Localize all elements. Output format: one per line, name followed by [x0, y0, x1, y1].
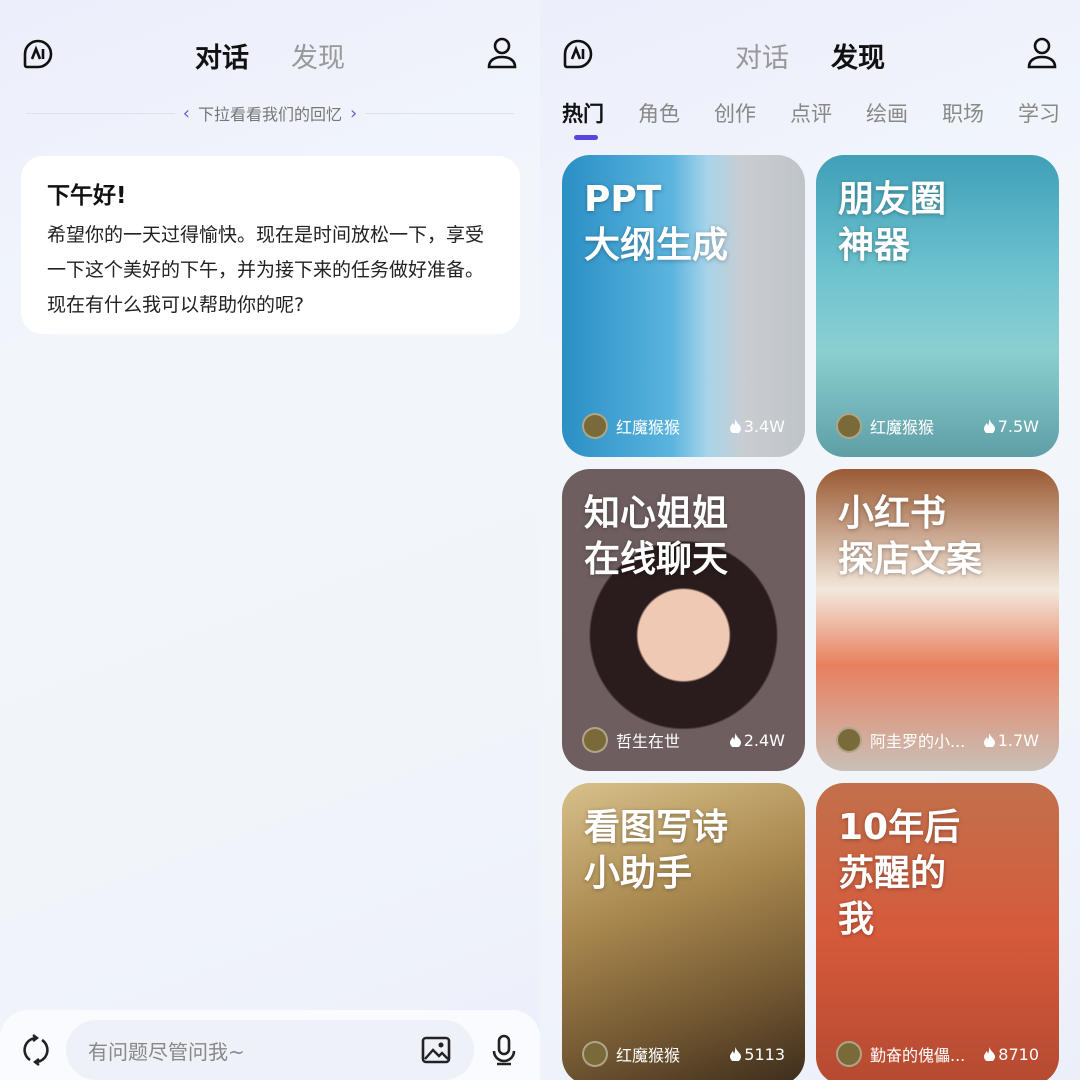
- discover-card[interactable]: 知心姐姐 在线聊天 哲生在世 2.4W: [562, 469, 805, 771]
- card-author: 勤奋的傀儡...: [870, 1046, 966, 1065]
- category-tabs: 热门 角色 创作 点评 绘画 职场 学习: [562, 98, 1060, 140]
- refresh-icon[interactable]: [20, 1034, 52, 1066]
- tab-chat[interactable]: 对话: [195, 36, 249, 75]
- heat-count: 8710: [998, 1044, 1039, 1064]
- input-bar: 有问题尽管问我~: [0, 1010, 540, 1080]
- discover-card[interactable]: 小红书 探店文案 阿圭罗的小... 1.7W: [816, 469, 1059, 771]
- card-footer: 哲生在世 2.4W: [582, 727, 785, 753]
- flame-icon: [730, 1047, 742, 1061]
- discover-panel: 对话 发现 热门 角色 创作 点评 绘画 职场 学习 PPT 大纲生成 红魔猴猴…: [540, 0, 1080, 1080]
- flame-icon: [983, 733, 995, 747]
- avatar: [836, 1041, 862, 1067]
- category-create[interactable]: 创作: [714, 98, 756, 128]
- card-heat: 3.4W: [729, 416, 785, 436]
- card-heat: 1.7W: [983, 730, 1039, 750]
- category-study[interactable]: 学习: [1018, 98, 1060, 128]
- avatar: [582, 1041, 608, 1067]
- flame-icon: [983, 419, 995, 433]
- chat-input[interactable]: 有问题尽管问我~: [66, 1020, 474, 1080]
- card-author: 红魔猴猴: [616, 418, 681, 437]
- card-title: 知心姐姐 在线聊天: [584, 493, 729, 580]
- category-hot[interactable]: 热门: [562, 98, 604, 140]
- top-tabs: 对话 发现: [0, 36, 540, 75]
- card-heat: 7.5W: [983, 416, 1039, 436]
- assistant-message: 下午好! 希望你的一天过得愉快。现在是时间放松一下，享受一下这个美好的下午，并为…: [21, 156, 520, 334]
- user-icon[interactable]: [486, 36, 518, 70]
- category-work[interactable]: 职场: [942, 98, 984, 128]
- card-footer: 勤奋的傀儡... 8710: [836, 1041, 1039, 1067]
- card-author: 阿圭罗的小...: [870, 732, 966, 751]
- category-review[interactable]: 点评: [790, 98, 832, 128]
- card-heat: 5113: [730, 1045, 785, 1064]
- card-author: 红魔猴猴: [616, 1046, 681, 1065]
- card-heat: 2.4W: [729, 730, 785, 750]
- heat-count: 3.4W: [743, 416, 785, 436]
- category-draw[interactable]: 绘画: [866, 98, 908, 128]
- card-footer: 红魔猴猴 7.5W: [836, 413, 1039, 439]
- card-footer: 红魔猴猴 3.4W: [582, 413, 785, 439]
- microphone-icon[interactable]: [488, 1033, 520, 1067]
- tab-discover[interactable]: 发现: [291, 36, 345, 75]
- avatar: [582, 413, 608, 439]
- card-title: 朋友圈 神器: [838, 179, 947, 266]
- message-text: 希望你的一天过得愉快。现在是时间放松一下，享受一下这个美好的下午，并为接下来的任…: [47, 224, 485, 316]
- card-heat: 8710: [984, 1045, 1039, 1064]
- card-title: 看图写诗 小助手: [584, 807, 729, 894]
- card-title: 10年后 苏醒的 我: [838, 807, 961, 940]
- heat-count: 7.5W: [997, 416, 1039, 436]
- card-author: 哲生在世: [616, 732, 681, 751]
- chevron-right-icon: ›: [350, 102, 358, 124]
- user-icon[interactable]: [1026, 36, 1058, 70]
- card-footer: 阿圭罗的小... 1.7W: [836, 727, 1039, 753]
- hint-text: 下拉看看我们的回忆: [198, 105, 343, 124]
- discover-card[interactable]: 10年后 苏醒的 我 勤奋的傀儡... 8710: [816, 783, 1059, 1080]
- discover-card[interactable]: 朋友圈 神器 红魔猴猴 7.5W: [816, 155, 1059, 457]
- flame-icon: [729, 733, 741, 747]
- chat-panel: 对话 发现 ‹ 下拉看看我们的回忆 › 下午好! 希望你的一天过得愉快。现在是时…: [0, 0, 540, 1080]
- memory-hint[interactable]: ‹ 下拉看看我们的回忆 ›: [26, 101, 515, 125]
- heat-count: 2.4W: [743, 730, 785, 750]
- greeting: 下午好!: [47, 183, 127, 209]
- flame-icon: [729, 419, 741, 433]
- flame-icon: [984, 1047, 996, 1061]
- card-title: 小红书 探店文案: [838, 493, 983, 580]
- avatar: [582, 727, 608, 753]
- card-footer: 红魔猴猴 5113: [582, 1041, 785, 1067]
- tab-chat[interactable]: 对话: [735, 36, 789, 75]
- input-placeholder: 有问题尽管问我~: [88, 1039, 245, 1064]
- avatar: [836, 413, 862, 439]
- heat-count: 1.7W: [997, 730, 1039, 750]
- discover-card[interactable]: 看图写诗 小助手 红魔猴猴 5113: [562, 783, 805, 1080]
- chevron-left-icon: ‹: [182, 102, 190, 124]
- card-author: 红魔猴猴: [870, 418, 935, 437]
- card-title: PPT 大纲生成: [584, 179, 729, 266]
- tab-discover[interactable]: 发现: [831, 36, 885, 75]
- category-role[interactable]: 角色: [638, 98, 680, 128]
- avatar: [836, 727, 862, 753]
- heat-count: 5113: [744, 1044, 785, 1064]
- discover-card[interactable]: PPT 大纲生成 红魔猴猴 3.4W: [562, 155, 805, 457]
- image-icon[interactable]: [420, 1035, 452, 1065]
- top-tabs: 对话 发现: [540, 36, 1080, 75]
